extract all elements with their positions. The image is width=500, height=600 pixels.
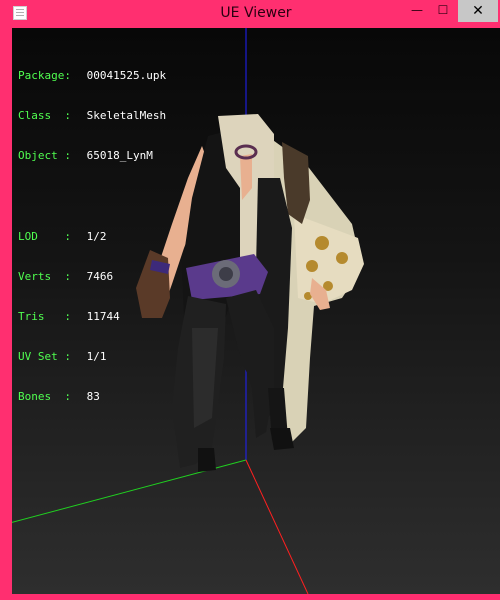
app-window: UE Viewer — ☐ ✕ Package: 00041525.upk Cl… <box>0 0 500 600</box>
lod-label: LOD : <box>18 229 71 243</box>
info-row-uvset: UV Set : 1/1 <box>18 350 166 363</box>
uvset-label: UV Set : <box>18 350 71 364</box>
x-axis-line <box>245 459 309 594</box>
object-value: 65018_LynM <box>86 149 153 163</box>
info-row-tris: Tris : 11744 <box>18 310 166 323</box>
mesh-info-panel: Package: 00041525.upk Class : SkeletalMe… <box>18 42 166 431</box>
tris-label: Tris : <box>18 310 71 324</box>
class-label: Class : <box>18 109 71 123</box>
skeletal-mesh-model <box>136 114 364 472</box>
verts-label: Verts : <box>18 269 71 283</box>
bones-label: Bones : <box>18 390 71 404</box>
info-spacer <box>18 189 166 202</box>
info-row-class: Class : SkeletalMesh <box>18 109 166 122</box>
uvset-value: 1/1 <box>86 350 107 364</box>
verts-value: 7466 <box>86 269 114 283</box>
tris-value: 11744 <box>86 310 120 324</box>
maximize-button[interactable]: ☐ <box>430 0 456 22</box>
bones-value: 83 <box>86 390 100 404</box>
object-label: Object : <box>18 149 71 163</box>
info-row-bones: Bones : 83 <box>18 390 166 403</box>
package-value: 00041525.upk <box>86 68 167 82</box>
class-value: SkeletalMesh <box>86 109 167 123</box>
minimize-button[interactable]: — <box>404 0 430 22</box>
info-row-package: Package: 00041525.upk <box>18 69 166 82</box>
info-row-lod: LOD : 1/2 <box>18 230 166 243</box>
lod-value: 1/2 <box>86 229 107 243</box>
title-bar[interactable]: UE Viewer — ☐ ✕ <box>6 0 500 28</box>
close-button[interactable]: ✕ <box>458 0 498 22</box>
3d-viewport[interactable]: Package: 00041525.upk Class : SkeletalMe… <box>12 28 500 594</box>
package-label: Package: <box>18 68 71 82</box>
info-row-object: Object : 65018_LynM <box>18 149 166 162</box>
info-row-verts: Verts : 7466 <box>18 270 166 283</box>
